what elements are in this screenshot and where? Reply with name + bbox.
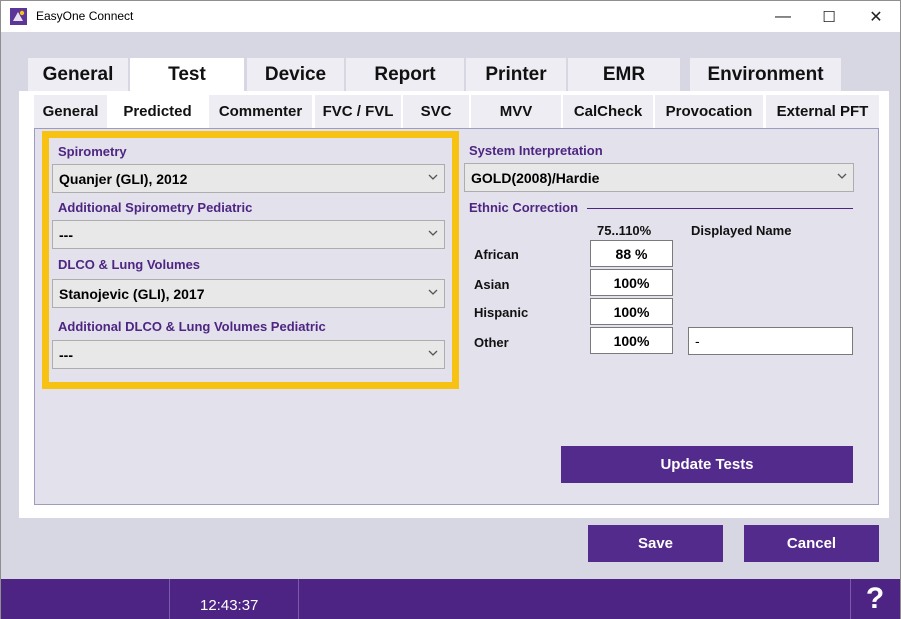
update-tests-button[interactable]: Update Tests: [561, 446, 853, 483]
interpretation-label: System Interpretation: [469, 143, 603, 158]
dlco-label: DLCO & Lung Volumes: [58, 257, 201, 272]
dlco-value: Stanojevic (GLI), 2017: [59, 285, 205, 302]
spirometry-pediatric-label: Additional Spirometry Pediatric: [58, 200, 253, 215]
help-icon[interactable]: ?: [850, 579, 900, 619]
subtab-mvv[interactable]: MVV: [471, 95, 561, 128]
spirometry-select[interactable]: Quanjer (GLI), 2012: [52, 164, 445, 193]
minimize-button[interactable]: —: [760, 1, 806, 32]
dlco-select[interactable]: Stanojevic (GLI), 2017: [52, 279, 445, 308]
title-bar: EasyOne Connect — ☐ ✕: [1, 1, 900, 32]
spirometry-value: Quanjer (GLI), 2012: [59, 170, 188, 187]
chevron-down-icon: [428, 289, 438, 295]
other-percent-field[interactable]: 100%: [590, 327, 673, 354]
status-divider: [169, 579, 170, 619]
ethnic-row-label: Hispanic: [474, 305, 529, 320]
tab-device[interactable]: Device: [247, 58, 344, 91]
ethnic-correction-label: Ethnic Correction: [469, 200, 579, 215]
status-time: 12:43:37: [200, 597, 259, 614]
range-header: 75..110%: [597, 223, 652, 238]
interpretation-select[interactable]: GOLD(2008)/Hardie: [464, 163, 854, 192]
tab-report[interactable]: Report: [346, 58, 464, 91]
spirometry-pediatric-select[interactable]: ---: [52, 220, 445, 249]
tab-environment[interactable]: Environment: [690, 58, 841, 91]
ethnic-row-label: Other: [474, 335, 509, 350]
subtab-commenter[interactable]: Commenter: [209, 95, 312, 128]
app-window: EasyOne Connect — ☐ ✕ General Test Devic…: [0, 0, 901, 619]
chevron-down-icon: [428, 350, 438, 356]
tab-general[interactable]: General: [28, 58, 128, 91]
subtab-fvc-fvl[interactable]: FVC / FVL: [315, 95, 401, 128]
asian-percent-field[interactable]: 100%: [590, 269, 673, 296]
status-bar: [1, 579, 900, 619]
chevron-down-icon: [837, 173, 847, 179]
tab-emr[interactable]: EMR: [568, 58, 680, 91]
tab-printer[interactable]: Printer: [466, 58, 566, 91]
spirometry-label: Spirometry: [58, 144, 127, 159]
interpretation-value: GOLD(2008)/Hardie: [471, 169, 600, 186]
spirometry-pediatric-value: ---: [59, 226, 73, 243]
subtab-calcheck[interactable]: CalCheck: [563, 95, 653, 128]
other-displayed-name-field[interactable]: -: [688, 327, 853, 355]
app-logo-icon: [10, 8, 27, 25]
subtab-general[interactable]: General: [34, 95, 107, 128]
close-button[interactable]: ✕: [853, 1, 899, 32]
subtab-external-pft[interactable]: External PFT: [766, 95, 879, 128]
status-divider: [298, 579, 299, 619]
chevron-down-icon: [428, 174, 438, 180]
ethnic-row-label: African: [474, 247, 519, 262]
chevron-down-icon: [428, 230, 438, 236]
ethnic-divider: [587, 208, 853, 209]
dlco-pediatric-label: Additional DLCO & Lung Volumes Pediatric: [58, 319, 326, 334]
subtab-svc[interactable]: SVC: [403, 95, 469, 128]
save-button[interactable]: Save: [588, 525, 723, 562]
dlco-pediatric-select[interactable]: ---: [52, 340, 445, 369]
cancel-button[interactable]: Cancel: [744, 525, 879, 562]
hispanic-percent-field[interactable]: 100%: [590, 298, 673, 325]
subtab-predicted[interactable]: Predicted: [109, 93, 206, 129]
ethnic-row-label: Asian: [474, 277, 510, 292]
african-percent-field[interactable]: 88 %: [590, 240, 673, 267]
displayed-name-header: Displayed Name: [691, 223, 792, 238]
dlco-pediatric-value: ---: [59, 346, 73, 363]
window-title: EasyOne Connect: [36, 9, 134, 23]
tab-test[interactable]: Test: [130, 58, 244, 91]
maximize-button[interactable]: ☐: [806, 1, 852, 32]
subtab-provocation[interactable]: Provocation: [655, 95, 763, 128]
